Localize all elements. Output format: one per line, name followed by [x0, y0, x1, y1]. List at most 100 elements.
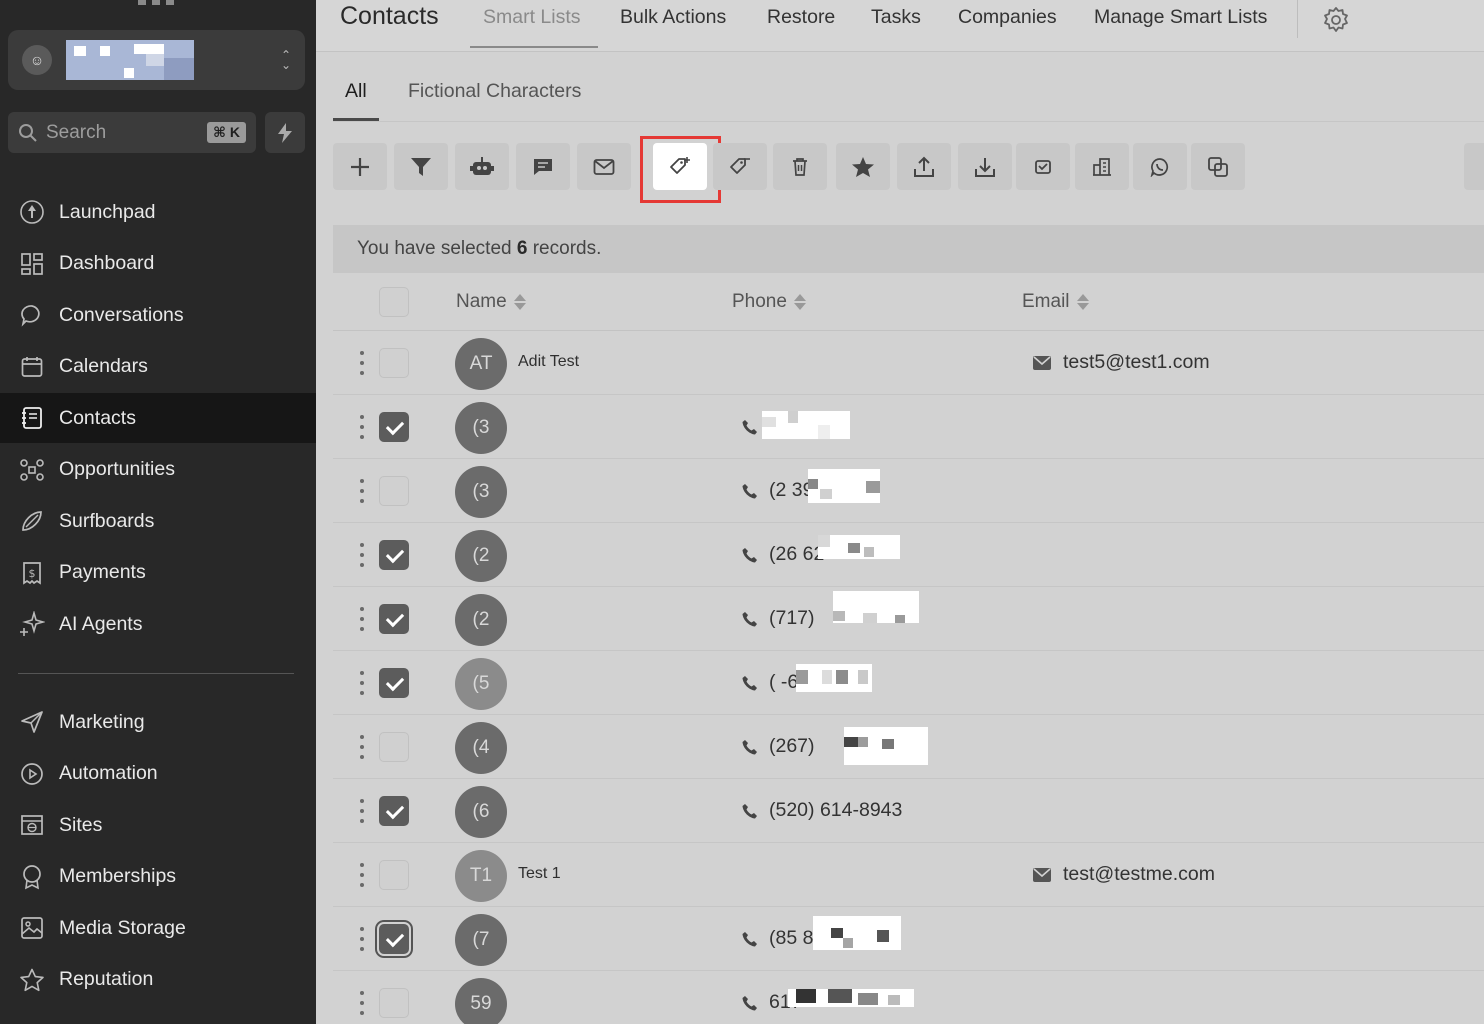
drag-handle-icon[interactable]	[360, 927, 364, 951]
import-button[interactable]	[958, 143, 1012, 190]
star-button[interactable]	[836, 143, 890, 190]
tab-restore[interactable]: Restore	[767, 6, 835, 29]
delete-button[interactable]	[773, 143, 827, 190]
send-email-button[interactable]	[577, 143, 631, 190]
avatar: (6	[455, 786, 507, 838]
sidebar-item-sites[interactable]: Sites	[0, 800, 316, 850]
avatar: (4	[455, 722, 507, 774]
sidebar-item-reputation[interactable]: Reputation	[0, 955, 316, 1005]
contact-phone[interactable]: (267)	[741, 735, 815, 758]
filter-button[interactable]	[394, 143, 448, 190]
whatsapp-button[interactable]	[1133, 143, 1187, 190]
sidebar-item-conversations[interactable]: Conversations	[0, 290, 316, 340]
sidebar-item-payments[interactable]: $ Payments	[0, 548, 316, 598]
tab-tasks[interactable]: Tasks	[871, 6, 921, 29]
drag-handle-icon[interactable]	[360, 479, 364, 503]
drag-handle-icon[interactable]	[360, 351, 364, 375]
table-row[interactable]: (6 (520) 614-8943	[333, 779, 1484, 843]
add-contact-button[interactable]	[333, 143, 387, 190]
row-checkbox[interactable]	[379, 476, 409, 506]
column-email-label: Email	[1022, 291, 1070, 312]
drag-handle-icon[interactable]	[360, 863, 364, 887]
contact-phone[interactable]: (717)	[741, 607, 815, 630]
drag-handle-icon[interactable]	[360, 991, 364, 1015]
sort-icon	[793, 294, 806, 310]
contact-name[interactable]: Adit Test	[518, 353, 579, 371]
sidebar-search[interactable]: Search ⌘ K	[8, 112, 256, 153]
table-row[interactable]: (4 (267)	[333, 715, 1484, 779]
phone-icon	[742, 419, 757, 434]
sidebar-item-media-storage[interactable]: Media Storage	[0, 903, 316, 953]
row-checkbox[interactable]	[379, 924, 409, 954]
avatar: (3	[455, 466, 507, 518]
drag-handle-icon[interactable]	[360, 735, 364, 759]
sidebar-item-marketing[interactable]: Marketing	[0, 697, 316, 747]
drag-handle-icon[interactable]	[360, 607, 364, 631]
sidebar-divider	[18, 673, 294, 674]
company-button[interactable]	[1075, 143, 1129, 190]
drag-handle-icon[interactable]	[360, 799, 364, 823]
settings-gear-icon[interactable]	[1322, 6, 1350, 34]
account-switcher[interactable]: ☺ ⌃ ⌄	[8, 30, 305, 90]
sidebar-item-memberships[interactable]: Memberships	[0, 852, 316, 902]
export-button[interactable]	[897, 143, 951, 190]
drag-handle-icon[interactable]	[360, 671, 364, 695]
sidebar-item-contacts[interactable]: Contacts	[0, 393, 316, 443]
contact-email[interactable]: test@testme.com	[1033, 863, 1215, 886]
row-checkbox[interactable]	[379, 860, 409, 890]
sidebar-item-opportunities[interactable]: Opportunities	[0, 445, 316, 495]
table-row[interactable]: (7 (85 87	[333, 907, 1484, 971]
tab-smart-lists[interactable]: Smart Lists	[483, 6, 581, 29]
search-shortcut: ⌘ K	[207, 122, 246, 143]
remove-tag-button[interactable]	[713, 143, 767, 190]
tab-companies[interactable]: Companies	[958, 6, 1057, 29]
merge-button[interactable]	[1191, 143, 1245, 190]
row-checkbox[interactable]	[379, 348, 409, 378]
table-row[interactable]: 59 617	[333, 971, 1484, 1024]
contact-phone[interactable]: (26 62	[741, 543, 824, 566]
column-phone[interactable]: Phone	[732, 291, 806, 313]
contacts-icon	[19, 405, 45, 431]
select-all-checkbox[interactable]	[379, 287, 409, 317]
tab-manage-smart-lists[interactable]: Manage Smart Lists	[1094, 6, 1267, 29]
row-checkbox[interactable]	[379, 796, 409, 826]
drag-handle-icon[interactable]	[360, 415, 364, 439]
contact-phone[interactable]: (85 87	[741, 927, 824, 950]
sidebar-item-calendars[interactable]: Calendars	[0, 342, 316, 392]
contact-phone[interactable]: (520) 614-8943	[741, 799, 902, 822]
table-row[interactable]: (3 (2 3928	[333, 459, 1484, 523]
contact-email[interactable]: test5@test1.com	[1033, 351, 1210, 374]
opportunities-icon	[19, 457, 45, 483]
row-checkbox[interactable]	[379, 988, 409, 1018]
contact-name[interactable]: Test 1	[518, 865, 561, 883]
toolbar-overflow[interactable]	[1464, 143, 1484, 190]
drag-handle-icon[interactable]	[360, 543, 364, 567]
workflow-button[interactable]	[455, 143, 509, 190]
sidebar-item-ai-agents[interactable]: AI Agents	[0, 599, 316, 649]
tab-bulk-actions[interactable]: Bulk Actions	[620, 6, 726, 29]
column-email[interactable]: Email	[1022, 291, 1089, 313]
column-name[interactable]: Name	[456, 291, 526, 313]
subtab-fictional-characters[interactable]: Fictional Characters	[408, 80, 581, 103]
redaction-mosaic	[813, 916, 901, 950]
row-checkbox[interactable]	[379, 732, 409, 762]
sidebar-item-launchpad[interactable]: Launchpad	[0, 187, 316, 237]
table-row[interactable]: T1 Test 1 test@testme.com	[333, 843, 1484, 907]
sidebar-item-surfboards[interactable]: Surfboards	[0, 496, 316, 546]
row-checkbox[interactable]	[379, 540, 409, 570]
email-verify-button[interactable]	[1016, 143, 1070, 190]
table-row[interactable]: AT Adit Test test5@test1.com	[333, 331, 1484, 395]
row-checkbox[interactable]	[379, 604, 409, 634]
row-checkbox[interactable]	[379, 668, 409, 698]
avatar: (7	[455, 914, 507, 966]
sidebar-item-dashboard[interactable]: Dashboard	[0, 239, 316, 289]
subtab-all[interactable]: All	[345, 80, 367, 103]
table-row[interactable]: (2 (26 62	[333, 523, 1484, 587]
table-row[interactable]: (5( -6207	[333, 651, 1484, 715]
send-sms-button[interactable]	[516, 143, 570, 190]
sidebar-item-automation[interactable]: Automation	[0, 749, 316, 799]
quick-actions-button[interactable]	[265, 112, 305, 153]
table-row[interactable]: (2 (717)	[333, 587, 1484, 651]
table-row[interactable]: (3(26 28	[333, 395, 1484, 459]
row-checkbox[interactable]	[379, 412, 409, 442]
